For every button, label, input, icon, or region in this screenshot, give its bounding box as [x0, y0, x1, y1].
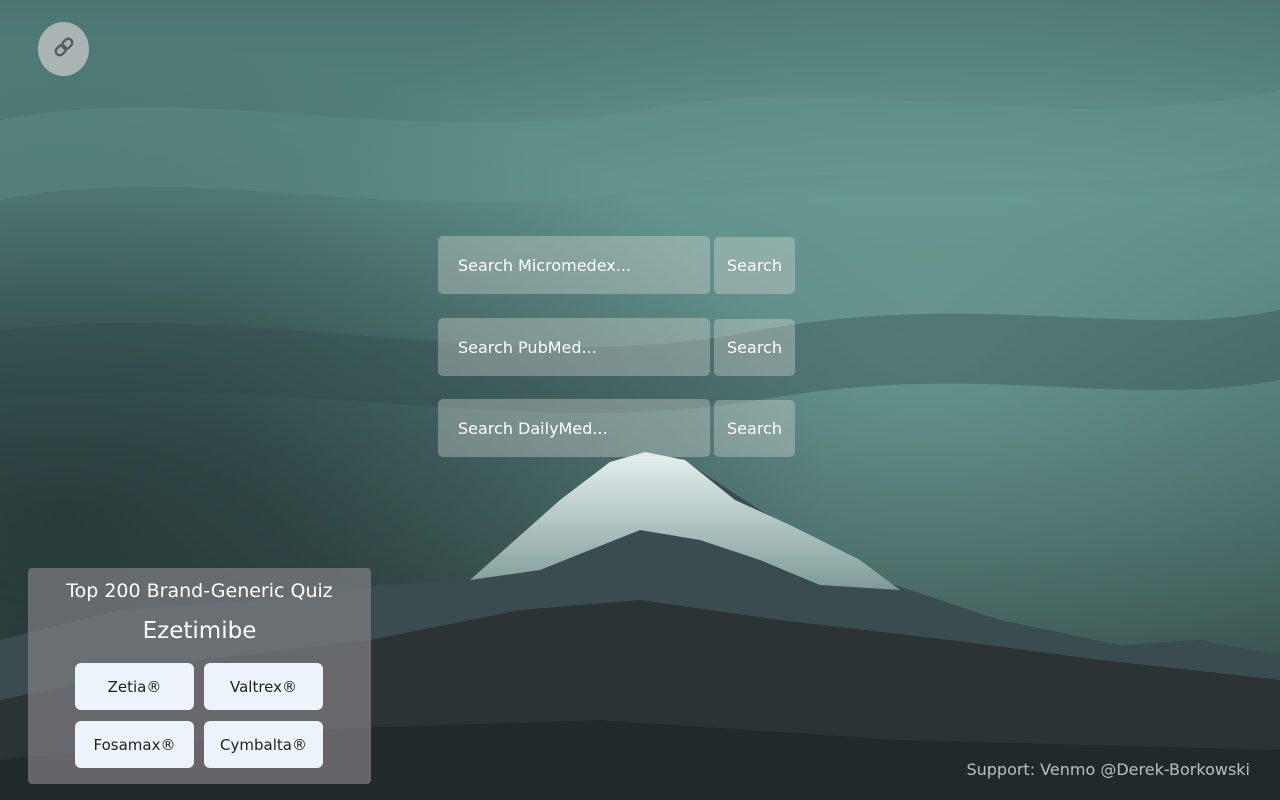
brand-generic-quiz-panel: Top 200 Brand-Generic Quiz Ezetimibe Zet… [28, 568, 371, 784]
pubmed-search-button[interactable]: Search [714, 319, 795, 376]
pubmed-search-input[interactable] [438, 318, 710, 376]
link-button[interactable] [38, 22, 89, 76]
quiz-drug-name: Ezetimibe [142, 618, 257, 644]
quiz-answer-button[interactable]: Fosamax® [75, 721, 194, 768]
quiz-answer-button[interactable]: Cymbalta® [204, 721, 323, 768]
quiz-answer-button[interactable]: Valtrex® [204, 663, 323, 710]
dailymed-search-button[interactable]: Search [714, 400, 795, 457]
support-text: Support: Venmo @Derek-Borkowski [966, 760, 1250, 779]
micromedex-search-input[interactable] [438, 236, 710, 294]
dailymed-search-input[interactable] [438, 399, 710, 457]
quiz-title: Top 200 Brand-Generic Quiz [66, 580, 333, 602]
micromedex-search-button[interactable]: Search [714, 237, 795, 294]
quiz-answer-button[interactable]: Zetia® [75, 663, 194, 710]
link-icon [50, 33, 78, 66]
